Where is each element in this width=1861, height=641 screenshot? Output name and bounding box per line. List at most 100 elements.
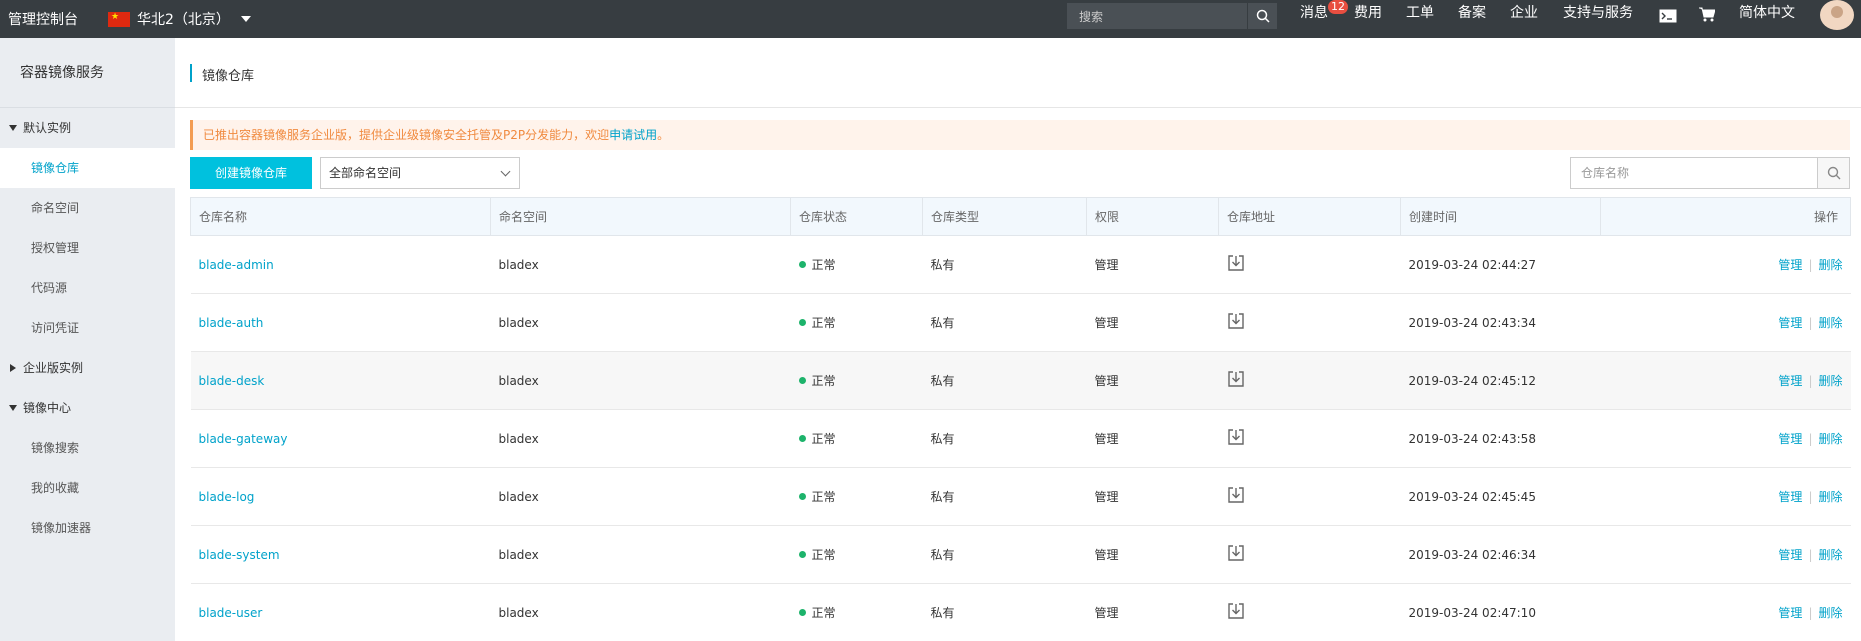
status-text: 正常 bbox=[811, 316, 836, 330]
sidebar-item-favorites[interactable]: 我的收藏 bbox=[0, 468, 175, 508]
repository-name-link[interactable]: blade-desk bbox=[199, 374, 265, 388]
column-header: 操作 bbox=[1600, 197, 1851, 236]
sidebar-item-repositories[interactable]: 镜像仓库 bbox=[0, 148, 175, 188]
manage-link[interactable]: 管理 bbox=[1778, 432, 1802, 446]
repository-search bbox=[1570, 157, 1850, 189]
type-cell: 私有 bbox=[922, 583, 1087, 641]
user-avatar[interactable] bbox=[1820, 0, 1854, 30]
sidebar-item-authorization[interactable]: 授权管理 bbox=[0, 228, 175, 268]
terminal-icon[interactable] bbox=[1659, 6, 1677, 23]
repository-name-link[interactable]: blade-auth bbox=[199, 316, 264, 330]
created-time-cell: 2019-03-24 02:45:45 bbox=[1400, 467, 1601, 526]
expanded-triangle-icon bbox=[9, 405, 17, 411]
page-title: 镜像仓库 bbox=[202, 69, 255, 84]
sidebar-group-default-instance[interactable]: 默认实例 bbox=[0, 108, 175, 148]
op-separator: | bbox=[1808, 548, 1813, 562]
table-row: blade-auth bladex 正常 私有 管理 2019-03-24 02… bbox=[190, 293, 1851, 352]
sidebar: 容器镜像服务 默认实例 镜像仓库 命名空间 授权管理 代码源 访问凭证 企业版实… bbox=[0, 38, 175, 641]
status-cell: 正常 bbox=[790, 525, 923, 584]
table-row: blade-gateway bladex 正常 私有 管理 2019-03-24… bbox=[190, 409, 1851, 468]
created-time-cell: 2019-03-24 02:43:34 bbox=[1400, 293, 1601, 352]
sidebar-item-accelerator[interactable]: 镜像加速器 bbox=[0, 508, 175, 548]
nav-icp[interactable]: 备案 bbox=[1458, 0, 1486, 26]
operations-cell: 管理 | 删除 bbox=[1600, 235, 1851, 294]
download-icon[interactable] bbox=[1227, 254, 1245, 275]
delete-link[interactable]: 删除 bbox=[1818, 490, 1842, 504]
created-time-cell: 2019-03-24 02:44:27 bbox=[1400, 235, 1601, 294]
sidebar-group-enterprise-instance[interactable]: 企业版实例 bbox=[0, 348, 175, 388]
sidebar-item-image-search[interactable]: 镜像搜索 bbox=[0, 428, 175, 468]
status-cell: 正常 bbox=[790, 467, 923, 526]
manage-link[interactable]: 管理 bbox=[1778, 548, 1802, 562]
status-cell: 正常 bbox=[790, 351, 923, 410]
global-search-input[interactable]: 搜索 bbox=[1067, 8, 1247, 25]
repository-name-link[interactable]: blade-gateway bbox=[199, 432, 288, 446]
namespace-cell: bladex bbox=[490, 235, 791, 294]
manage-link[interactable]: 管理 bbox=[1778, 316, 1802, 330]
sidebar-item-credentials[interactable]: 访问凭证 bbox=[0, 308, 175, 348]
delete-link[interactable]: 删除 bbox=[1818, 258, 1842, 272]
repository-name-link[interactable]: blade-user bbox=[199, 606, 263, 620]
nav-billing[interactable]: 费用 bbox=[1354, 0, 1382, 26]
cart-icon[interactable] bbox=[1699, 5, 1716, 22]
sidebar-group-image-center[interactable]: 镜像中心 bbox=[0, 388, 175, 428]
table-row: blade-desk bladex 正常 私有 管理 2019-03-24 02… bbox=[190, 351, 1851, 410]
column-header: 仓库名称 bbox=[190, 197, 491, 236]
delete-link[interactable]: 删除 bbox=[1818, 606, 1842, 620]
nav-support[interactable]: 支持与服务 bbox=[1563, 0, 1633, 26]
delete-link[interactable]: 删除 bbox=[1818, 432, 1842, 446]
nav-messages[interactable]: 消息 bbox=[1300, 0, 1328, 26]
permission-cell: 管理 bbox=[1086, 409, 1219, 468]
namespace-select-value: 全部命名空间 bbox=[329, 166, 402, 180]
repository-name-link[interactable]: blade-admin bbox=[199, 258, 274, 272]
column-header: 仓库状态 bbox=[790, 197, 923, 236]
table-header-row: 仓库名称 命名空间 仓库状态 仓库类型 权限 仓库地址 创建时间 操作 bbox=[190, 197, 1851, 236]
chevron-down-icon bbox=[500, 166, 511, 177]
download-icon[interactable] bbox=[1227, 370, 1245, 391]
repository-name-link[interactable]: blade-system bbox=[199, 548, 280, 562]
manage-link[interactable]: 管理 bbox=[1778, 374, 1802, 388]
column-header: 仓库类型 bbox=[922, 197, 1087, 236]
type-cell: 私有 bbox=[922, 351, 1087, 410]
manage-link[interactable]: 管理 bbox=[1778, 258, 1802, 272]
region-selector[interactable]: 华北2（北京） bbox=[108, 9, 251, 29]
created-time-cell: 2019-03-24 02:45:12 bbox=[1400, 351, 1601, 410]
op-separator: | bbox=[1808, 606, 1813, 620]
download-icon[interactable] bbox=[1227, 312, 1245, 333]
permission-cell: 管理 bbox=[1086, 525, 1219, 584]
address-cell bbox=[1218, 583, 1401, 641]
repository-name-link[interactable]: blade-log bbox=[199, 490, 255, 504]
delete-link[interactable]: 删除 bbox=[1818, 316, 1842, 330]
delete-link[interactable]: 删除 bbox=[1818, 374, 1842, 388]
download-icon[interactable] bbox=[1227, 602, 1245, 623]
console-home-link[interactable]: 管理控制台 bbox=[0, 9, 104, 29]
create-repository-button[interactable]: 创建镜像仓库 bbox=[190, 157, 312, 189]
manage-link[interactable]: 管理 bbox=[1778, 490, 1802, 504]
operations-cell: 管理 | 删除 bbox=[1600, 525, 1851, 584]
op-separator: | bbox=[1808, 490, 1813, 504]
sidebar-group-label: 企业版实例 bbox=[23, 361, 84, 375]
status-text: 正常 bbox=[811, 606, 836, 620]
operations-cell: 管理 | 删除 bbox=[1600, 351, 1851, 410]
download-icon[interactable] bbox=[1227, 544, 1245, 565]
expanded-triangle-icon bbox=[9, 125, 17, 131]
language-switch[interactable]: 简体中文 bbox=[1739, 0, 1795, 26]
caret-down-icon bbox=[240, 16, 251, 22]
delete-link[interactable]: 删除 bbox=[1818, 548, 1842, 562]
search-icon[interactable] bbox=[1247, 3, 1277, 29]
search-icon[interactable] bbox=[1817, 158, 1849, 188]
sidebar-item-namespaces[interactable]: 命名空间 bbox=[0, 188, 175, 228]
address-cell bbox=[1218, 235, 1401, 294]
op-separator: | bbox=[1808, 316, 1813, 330]
download-icon[interactable] bbox=[1227, 486, 1245, 507]
status-ok-dot-icon bbox=[798, 377, 806, 384]
apply-trial-link[interactable]: 申请试用 bbox=[609, 128, 657, 142]
repository-search-input[interactable] bbox=[1571, 158, 1817, 188]
manage-link[interactable]: 管理 bbox=[1778, 606, 1802, 620]
nav-tickets[interactable]: 工单 bbox=[1406, 0, 1434, 26]
namespace-select[interactable]: 全部命名空间 bbox=[320, 157, 520, 189]
sidebar-item-code-source[interactable]: 代码源 bbox=[0, 268, 175, 308]
download-icon[interactable] bbox=[1227, 428, 1245, 449]
global-search[interactable]: 搜索 bbox=[1067, 3, 1277, 29]
nav-enterprise[interactable]: 企业 bbox=[1510, 0, 1538, 26]
